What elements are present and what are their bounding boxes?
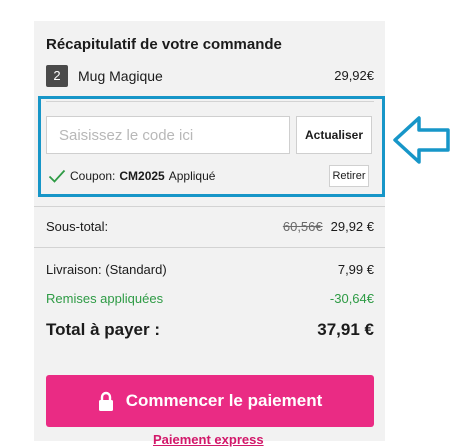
coupon-code-input[interactable] xyxy=(46,116,290,154)
coupon-applied-status: Coupon: CM2025 Appliqué xyxy=(48,169,215,183)
item-price: 29,92€ xyxy=(334,68,374,83)
coupon-prefix: Coupon: xyxy=(70,169,116,183)
subtotal-label: Sous-total: xyxy=(46,219,109,234)
coupon-code: CM2025 xyxy=(119,169,165,183)
shipping-value: 7,99 € xyxy=(337,262,374,277)
divider-shipping xyxy=(34,247,385,248)
subtotal-value: 29,92 € xyxy=(330,219,374,234)
start-payment-label: Commencer le paiement xyxy=(125,391,323,410)
item-name: Mug Magique xyxy=(78,68,163,84)
shipping-label: Livraison: (Standard) xyxy=(46,262,167,277)
coupon-divider xyxy=(46,101,374,102)
subtotal-values: 60,56€ 29,92 € xyxy=(283,219,374,234)
express-payment-link[interactable]: Paiement express xyxy=(153,432,264,447)
item-quantity-badge: 2 xyxy=(46,65,68,87)
start-payment-button[interactable]: Commencer le paiement xyxy=(46,375,374,427)
total-value: 37,91 € xyxy=(317,320,374,339)
discount-label: Remises appliquées xyxy=(46,291,164,306)
total-label: Total à payer : xyxy=(46,320,160,339)
update-coupon-button[interactable]: Actualiser xyxy=(296,116,372,154)
lock-icon xyxy=(98,391,113,411)
arrow-left-icon xyxy=(393,116,450,164)
coupon-suffix: Appliqué xyxy=(168,169,216,183)
divider-subtotal xyxy=(34,206,385,207)
check-icon xyxy=(48,169,66,183)
subtotal-original: 60,56€ xyxy=(282,219,323,234)
discount-value: -30,64€ xyxy=(329,291,374,306)
summary-title: Récapitulatif de votre commande xyxy=(46,36,282,53)
remove-coupon-button[interactable]: Retirer xyxy=(329,165,369,187)
